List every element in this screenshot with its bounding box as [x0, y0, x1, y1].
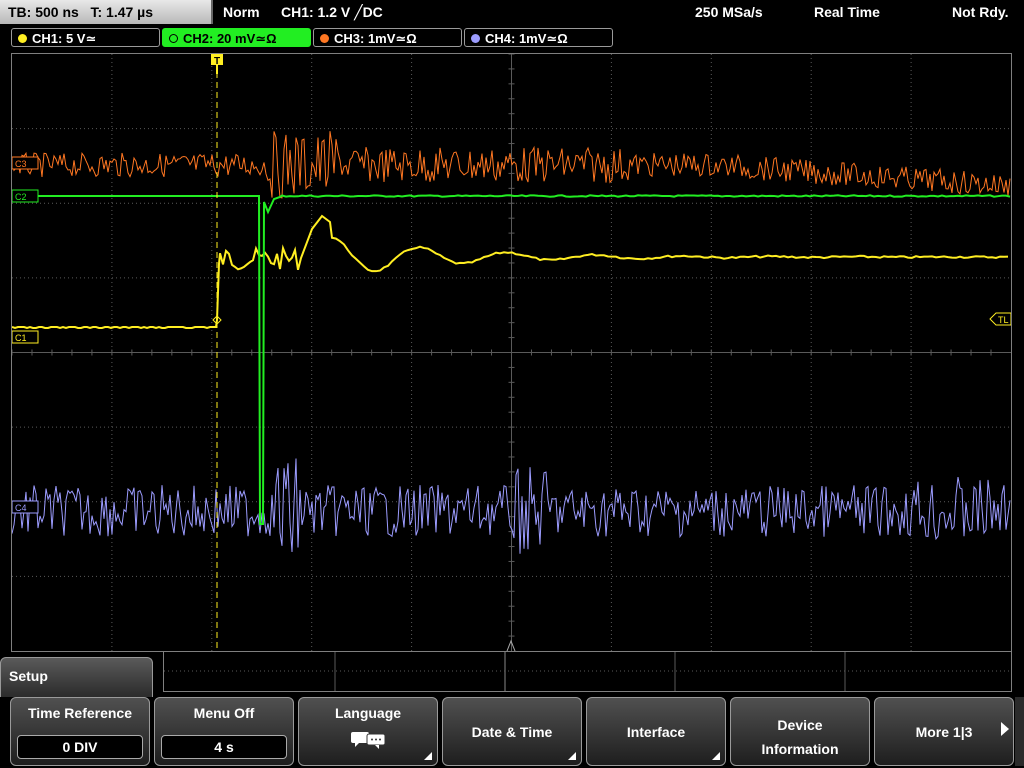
ch2-offset-marker[interactable]: C2: [12, 189, 39, 203]
menu-off-softkey[interactable]: Menu Off 4 s: [154, 697, 294, 766]
trigger-mode[interactable]: Norm: [223, 0, 260, 24]
menu-off-label: Menu Off: [193, 705, 255, 721]
timebase-value: TB: 500 ns: [8, 4, 79, 20]
more-softkey[interactable]: More 1|3: [874, 697, 1014, 766]
more-label: More 1|3: [915, 724, 973, 740]
device-information-label: Device Information: [761, 717, 839, 757]
acquisition-state: Not Rdy.: [952, 4, 1009, 20]
ch3-label: CH3: 1mV≃Ω: [334, 31, 417, 46]
right-scroll-strip: [1015, 697, 1024, 766]
ch1-dot-icon: [18, 34, 27, 43]
ch2-dot-icon: [169, 34, 178, 43]
mini-graticule-strip: [163, 652, 1012, 692]
menu-title-tab: Setup: [0, 657, 153, 697]
trigger-setting[interactable]: CH1: 1.2 V ╱DC: [281, 0, 383, 24]
svg-text:C4: C4: [15, 503, 27, 513]
svg-text:TL: TL: [998, 315, 1009, 325]
device-information-softkey[interactable]: Device Information: [730, 697, 870, 766]
menu-title: Setup: [9, 668, 48, 684]
interface-label: Interface: [626, 724, 686, 740]
trigger-time-value: T: 1.47 µs: [90, 4, 154, 20]
date-time-label: Date & Time: [471, 724, 553, 740]
language-label: Language: [334, 705, 402, 721]
submenu-corner-icon: [568, 752, 576, 760]
ch4-dot-icon: [471, 34, 480, 43]
date-time-softkey[interactable]: Date & Time: [442, 697, 582, 766]
ch1-label: CH1: 5 V≃: [32, 31, 97, 46]
next-page-arrow-icon: [1001, 722, 1009, 736]
sample-rate: 250 MSa/s: [695, 4, 763, 20]
svg-text:C1: C1: [15, 333, 27, 343]
timebase-trigger-box[interactable]: TB: 500 ns T: 1.47 µs: [0, 0, 213, 24]
waveform-display[interactable]: T C1 C3 C2 C4 TL: [11, 53, 1012, 652]
mini-graticule-svg: [164, 652, 1011, 691]
ch4-label: CH4: 1mV≃Ω: [485, 31, 568, 46]
time-reference-label: Time Reference: [27, 705, 132, 721]
time-reference-value: 0 DIV: [17, 735, 143, 759]
language-softkey[interactable]: Language: [298, 697, 438, 766]
status-bar: Norm CH1: 1.2 V ╱DC 250 MSa/s Real Time …: [215, 0, 1024, 24]
svg-text:C2: C2: [15, 192, 27, 202]
trigger-level-marker[interactable]: TL: [989, 312, 1011, 326]
ch3-offset-marker[interactable]: C3: [12, 156, 39, 170]
menu-off-value: 4 s: [161, 735, 287, 759]
channel-tab-ch1[interactable]: CH1: 5 V≃: [11, 28, 160, 47]
submenu-corner-icon: [712, 752, 720, 760]
waveform-svg: T C1 C3 C2 C4 TL: [12, 54, 1011, 651]
interface-softkey[interactable]: Interface: [586, 697, 726, 766]
channel-tab-ch2[interactable]: CH2: 20 mV≃Ω: [162, 28, 311, 47]
graticule-ticks: [12, 54, 992, 637]
ch2-label: CH2: 20 mV≃Ω: [183, 31, 277, 46]
acquisition-mode: Real Time: [814, 4, 880, 20]
speech-bubbles-icon: [351, 732, 386, 749]
channel-tab-ch3[interactable]: CH3: 1mV≃Ω: [313, 28, 462, 47]
time-reference-softkey[interactable]: Time Reference 0 DIV: [10, 697, 150, 766]
svg-text:C3: C3: [15, 159, 27, 169]
submenu-corner-icon: [424, 752, 432, 760]
channel-tab-ch4[interactable]: CH4: 1mV≃Ω: [464, 28, 613, 47]
ch1-offset-marker[interactable]: C1: [12, 330, 39, 344]
trigger-marker-icon[interactable]: T: [211, 54, 223, 74]
ch3-dot-icon: [320, 34, 329, 43]
ch4-offset-marker[interactable]: C4: [12, 500, 39, 514]
